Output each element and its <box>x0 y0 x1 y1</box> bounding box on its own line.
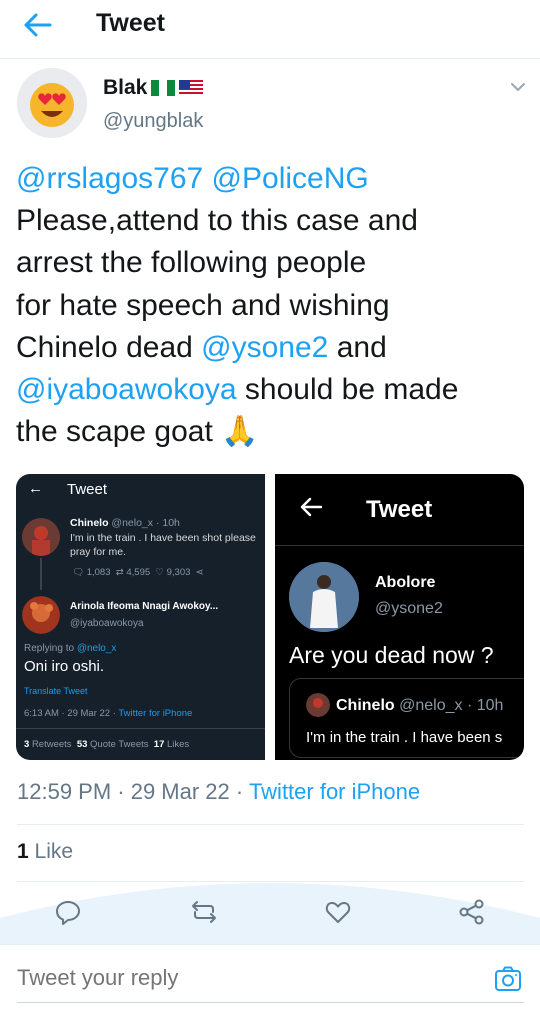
tweet-text-segment: for hate speech and wishing <box>16 288 390 322</box>
reply-count: 1,083 <box>86 567 111 578</box>
embedded-author-handle: @ysone2 <box>375 600 443 617</box>
avatar <box>22 596 60 634</box>
author-handle[interactable]: @yungblak <box>103 110 203 133</box>
tweet-text-line: for hate speech and wishing <box>16 285 526 327</box>
author-name-text: Blak <box>103 76 148 99</box>
back-arrow-icon <box>300 497 323 517</box>
retweet-icon: ⇄ <box>115 567 124 578</box>
tweet-text-line: the scape goat 🙏 <box>16 411 526 453</box>
embedded-title: Tweet <box>67 481 108 498</box>
tweet-text: @rrslagos767 @PoliceNG Please,attend to t… <box>16 158 526 453</box>
tweet-text-segment: arrest the following people <box>16 246 367 280</box>
tweet-timestamp: 12:59 PM · 29 Mar 22 · Twitter for iPhon… <box>17 779 420 805</box>
embedded-reply-time: 6:13 AM · 29 Mar 22 <box>24 708 111 719</box>
likes-summary[interactable]: 1 Like <box>17 840 73 864</box>
tweet-text-segment: the scape goat <box>16 415 222 449</box>
quoted-tweet: Chinelo @nelo_x · 10h I'm in the train .… <box>289 678 524 758</box>
header-divider <box>0 58 540 59</box>
quoted-author-handle: @nelo_x · 10h <box>399 697 504 714</box>
embedded-tweet-line: I'm in the train . I have been shot plea… <box>70 532 256 544</box>
avatar <box>306 693 330 717</box>
embedded-reply-author-handle: @iyaboawokoya <box>70 618 144 629</box>
embedded-author-name: Chinelo <box>70 517 109 529</box>
embedded-tweet-text: Are you dead now ? <box>289 642 494 668</box>
reply-input[interactable] <box>17 965 457 991</box>
tweet-text-segment: Chinelo dead <box>16 330 202 364</box>
mention-link[interactable]: @ysone2 <box>201 331 328 364</box>
translate-link: Translate Tweet <box>24 686 88 696</box>
tweet-text-line: Chinelo dead @ysone2 and <box>16 327 526 369</box>
thread-line <box>40 558 42 590</box>
chevron-down-icon[interactable] <box>509 80 527 94</box>
embedded-title: Tweet <box>366 496 433 523</box>
embedded-divider <box>275 545 524 546</box>
avatar[interactable] <box>17 68 87 138</box>
quoted-tweet-header: Chinelo @nelo_x · 10h <box>336 697 503 715</box>
like-icon: ♡ <box>155 567 164 578</box>
embedded-tweet-age: 10h <box>162 517 180 529</box>
nigeria-flag-icon <box>151 80 176 96</box>
media-image-right[interactable]: Tweet Abolore @ysone2 Are you dead now ?… <box>275 474 524 760</box>
embedded-likes-count: 17 <box>153 739 165 750</box>
tweet-text-line: @iyaboawokoya should be made <box>16 369 526 411</box>
reply-underline <box>17 1002 524 1003</box>
quoted-tweet-text: I'm in the train . I have been s <box>306 729 503 746</box>
embedded-reply-author-name: Arinola Ifeoma Nnagi Awokoy... <box>70 601 219 612</box>
replying-to-label: Replying to <box>24 643 75 654</box>
camera-icon[interactable] <box>493 964 523 994</box>
tweet-text-segment: and <box>328 330 387 364</box>
embedded-tweet-header: Chinelo @nelo_x · 10h <box>70 517 180 529</box>
tweet-time-date: 12:59 PM · 29 Mar 22 · <box>17 779 249 804</box>
share-icon[interactable] <box>458 898 486 926</box>
author-name[interactable]: Blak <box>103 76 204 100</box>
embedded-author-name: Abolore <box>375 574 436 591</box>
embedded-stats: 🗨︎ 1,083 ⇄ 4,595 ♡ 9,303 ⋖ <box>72 566 204 580</box>
reply-icon[interactable] <box>54 898 82 926</box>
avatar <box>289 562 359 632</box>
tweet-text-line: Please,attend to this case and <box>16 200 526 242</box>
embedded-likes-label: Likes <box>167 739 190 750</box>
embedded-reply-text: Oni iro oshi. <box>24 658 105 675</box>
like-icon[interactable] <box>324 898 352 926</box>
page-title: Tweet <box>96 9 165 37</box>
embedded-quotes-count: 53 <box>76 739 88 750</box>
embedded-reply-timestamp: 6:13 AM · 29 Mar 22 · Twitter for iPhone <box>24 708 193 719</box>
likes-label: Like <box>34 840 74 863</box>
embedded-divider <box>16 728 265 729</box>
top-bar: Tweet <box>0 0 540 50</box>
reply-icon: 🗨︎ <box>72 567 85 578</box>
us-flag-icon <box>179 80 204 96</box>
tweet-text-segment: Please,attend to this case and <box>16 204 418 238</box>
embedded-retweets-count: 3 <box>24 739 30 750</box>
embedded-retweets-label: Retweets <box>31 739 72 750</box>
like-count: 9,303 <box>166 567 191 578</box>
tweet-text-segment: should be made <box>236 373 459 407</box>
replying-to: Replying to @nelo_x <box>24 642 116 656</box>
replying-to-handle: @nelo_x <box>76 643 117 654</box>
media-image-left[interactable]: ← Tweet Chinelo @nelo_x · 10h I'm in the… <box>16 474 265 760</box>
embedded-reply-stats: 3 Retweets 53 Quote Tweets 17 Likes <box>24 738 189 752</box>
share-icon: ⋖ <box>195 567 204 578</box>
embedded-author-handle: @nelo_x <box>111 517 154 529</box>
tweet-text-line: @rrslagos767 @PoliceNG <box>16 158 526 200</box>
divider <box>17 824 524 825</box>
tweet-source-link[interactable]: Twitter for iPhone <box>249 779 420 804</box>
tweet-text-segment: 🙏 <box>221 415 259 449</box>
quoted-author-name: Chinelo <box>336 697 395 714</box>
retweet-count: 4,595 <box>126 567 151 578</box>
back-arrow-icon[interactable] <box>20 10 54 40</box>
back-arrow-icon: ← <box>28 480 43 497</box>
embedded-tweet-text: I'm in the train . I have been shot plea… <box>70 531 256 559</box>
likes-count: 1 <box>17 840 29 863</box>
embedded-tweet-line: pray for me. <box>70 546 127 558</box>
embedded-quotes-label: Quote Tweets <box>90 739 149 750</box>
heart-eyes-emoji-icon <box>17 68 87 138</box>
mention-link[interactable]: @rrslagos767 @PoliceNG <box>16 162 369 195</box>
embedded-reply-source: Twitter for iPhone <box>118 708 193 719</box>
retweet-icon[interactable] <box>190 898 218 926</box>
tweet-text-line: arrest the following people <box>16 242 526 284</box>
mention-link[interactable]: @iyaboawokoya <box>16 373 237 406</box>
avatar <box>22 518 60 556</box>
